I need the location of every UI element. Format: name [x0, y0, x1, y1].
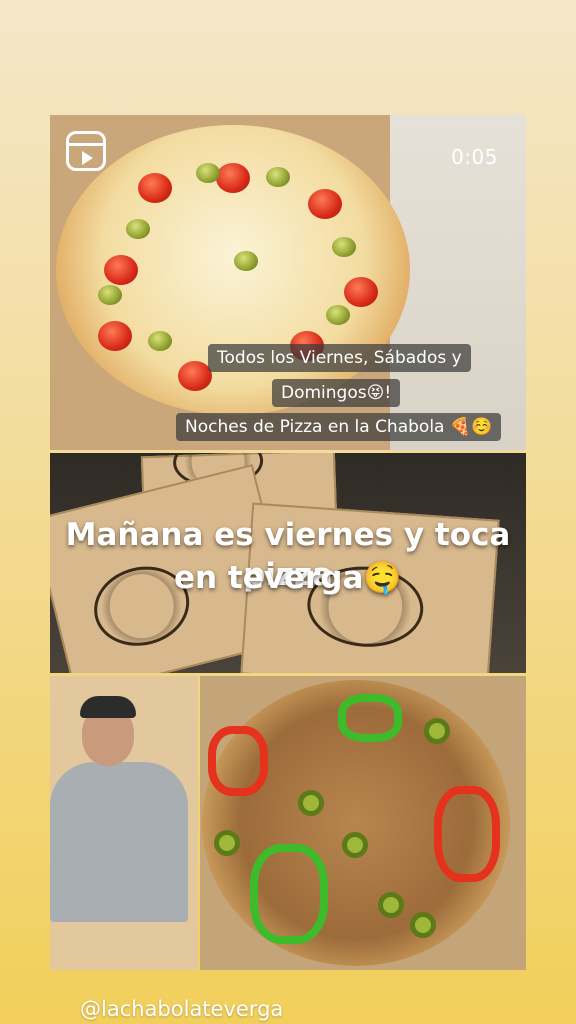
jalapeno-topping [298, 790, 324, 816]
pizza-boxes-photo: Mañana es viernes y toca pizza en teverg… [50, 453, 526, 673]
tomato-topping [104, 255, 138, 285]
jalapeno-topping [410, 912, 436, 938]
top-pizza-photo: 0:05 Todos los Viernes, Sábados y Doming… [50, 115, 526, 450]
person-cap [80, 696, 136, 718]
jalapeno-topping [342, 832, 368, 858]
jalapeno-topping [378, 892, 404, 918]
jalapeno-topping [424, 718, 450, 744]
olive-topping [326, 305, 350, 325]
olive-topping [148, 331, 172, 351]
red-pepper-topping [434, 786, 500, 882]
tomato-topping [178, 361, 212, 391]
olive-topping [196, 163, 220, 183]
overlay-text-line-2: en teverga🤤 [174, 560, 402, 596]
tomato-topping [138, 173, 172, 203]
tomato-topping [216, 163, 250, 193]
green-pepper-topping [250, 844, 328, 944]
mexican-pizza [202, 680, 510, 966]
olive-topping [98, 285, 122, 305]
tomato-topping [308, 189, 342, 219]
caption-line-1: Todos los Viernes, Sábados y [208, 344, 471, 372]
caption-line-3: Noches de Pizza en la Chabola 🍕☺️ [176, 413, 502, 441]
jalapeno-topping [214, 830, 240, 856]
olive-topping [266, 167, 290, 187]
account-handle[interactable]: @lachabolateverga [80, 997, 283, 1021]
olive-topping [234, 251, 258, 271]
tomato-topping [98, 321, 132, 351]
person-photo [50, 676, 198, 970]
tomato-topping [344, 277, 378, 307]
bottom-pizza-photo [200, 676, 526, 970]
green-pepper-topping [338, 694, 402, 742]
story-frame: 0:05 Todos los Viernes, Sábados y Doming… [50, 115, 526, 970]
olive-topping [126, 219, 150, 239]
olive-topping [332, 237, 356, 257]
person-hoodie [50, 762, 188, 922]
video-timer: 0:05 [451, 145, 498, 169]
reels-icon[interactable] [66, 131, 106, 171]
red-pepper-topping [208, 726, 268, 796]
caption-line-2: Domingos😝! [272, 379, 401, 407]
